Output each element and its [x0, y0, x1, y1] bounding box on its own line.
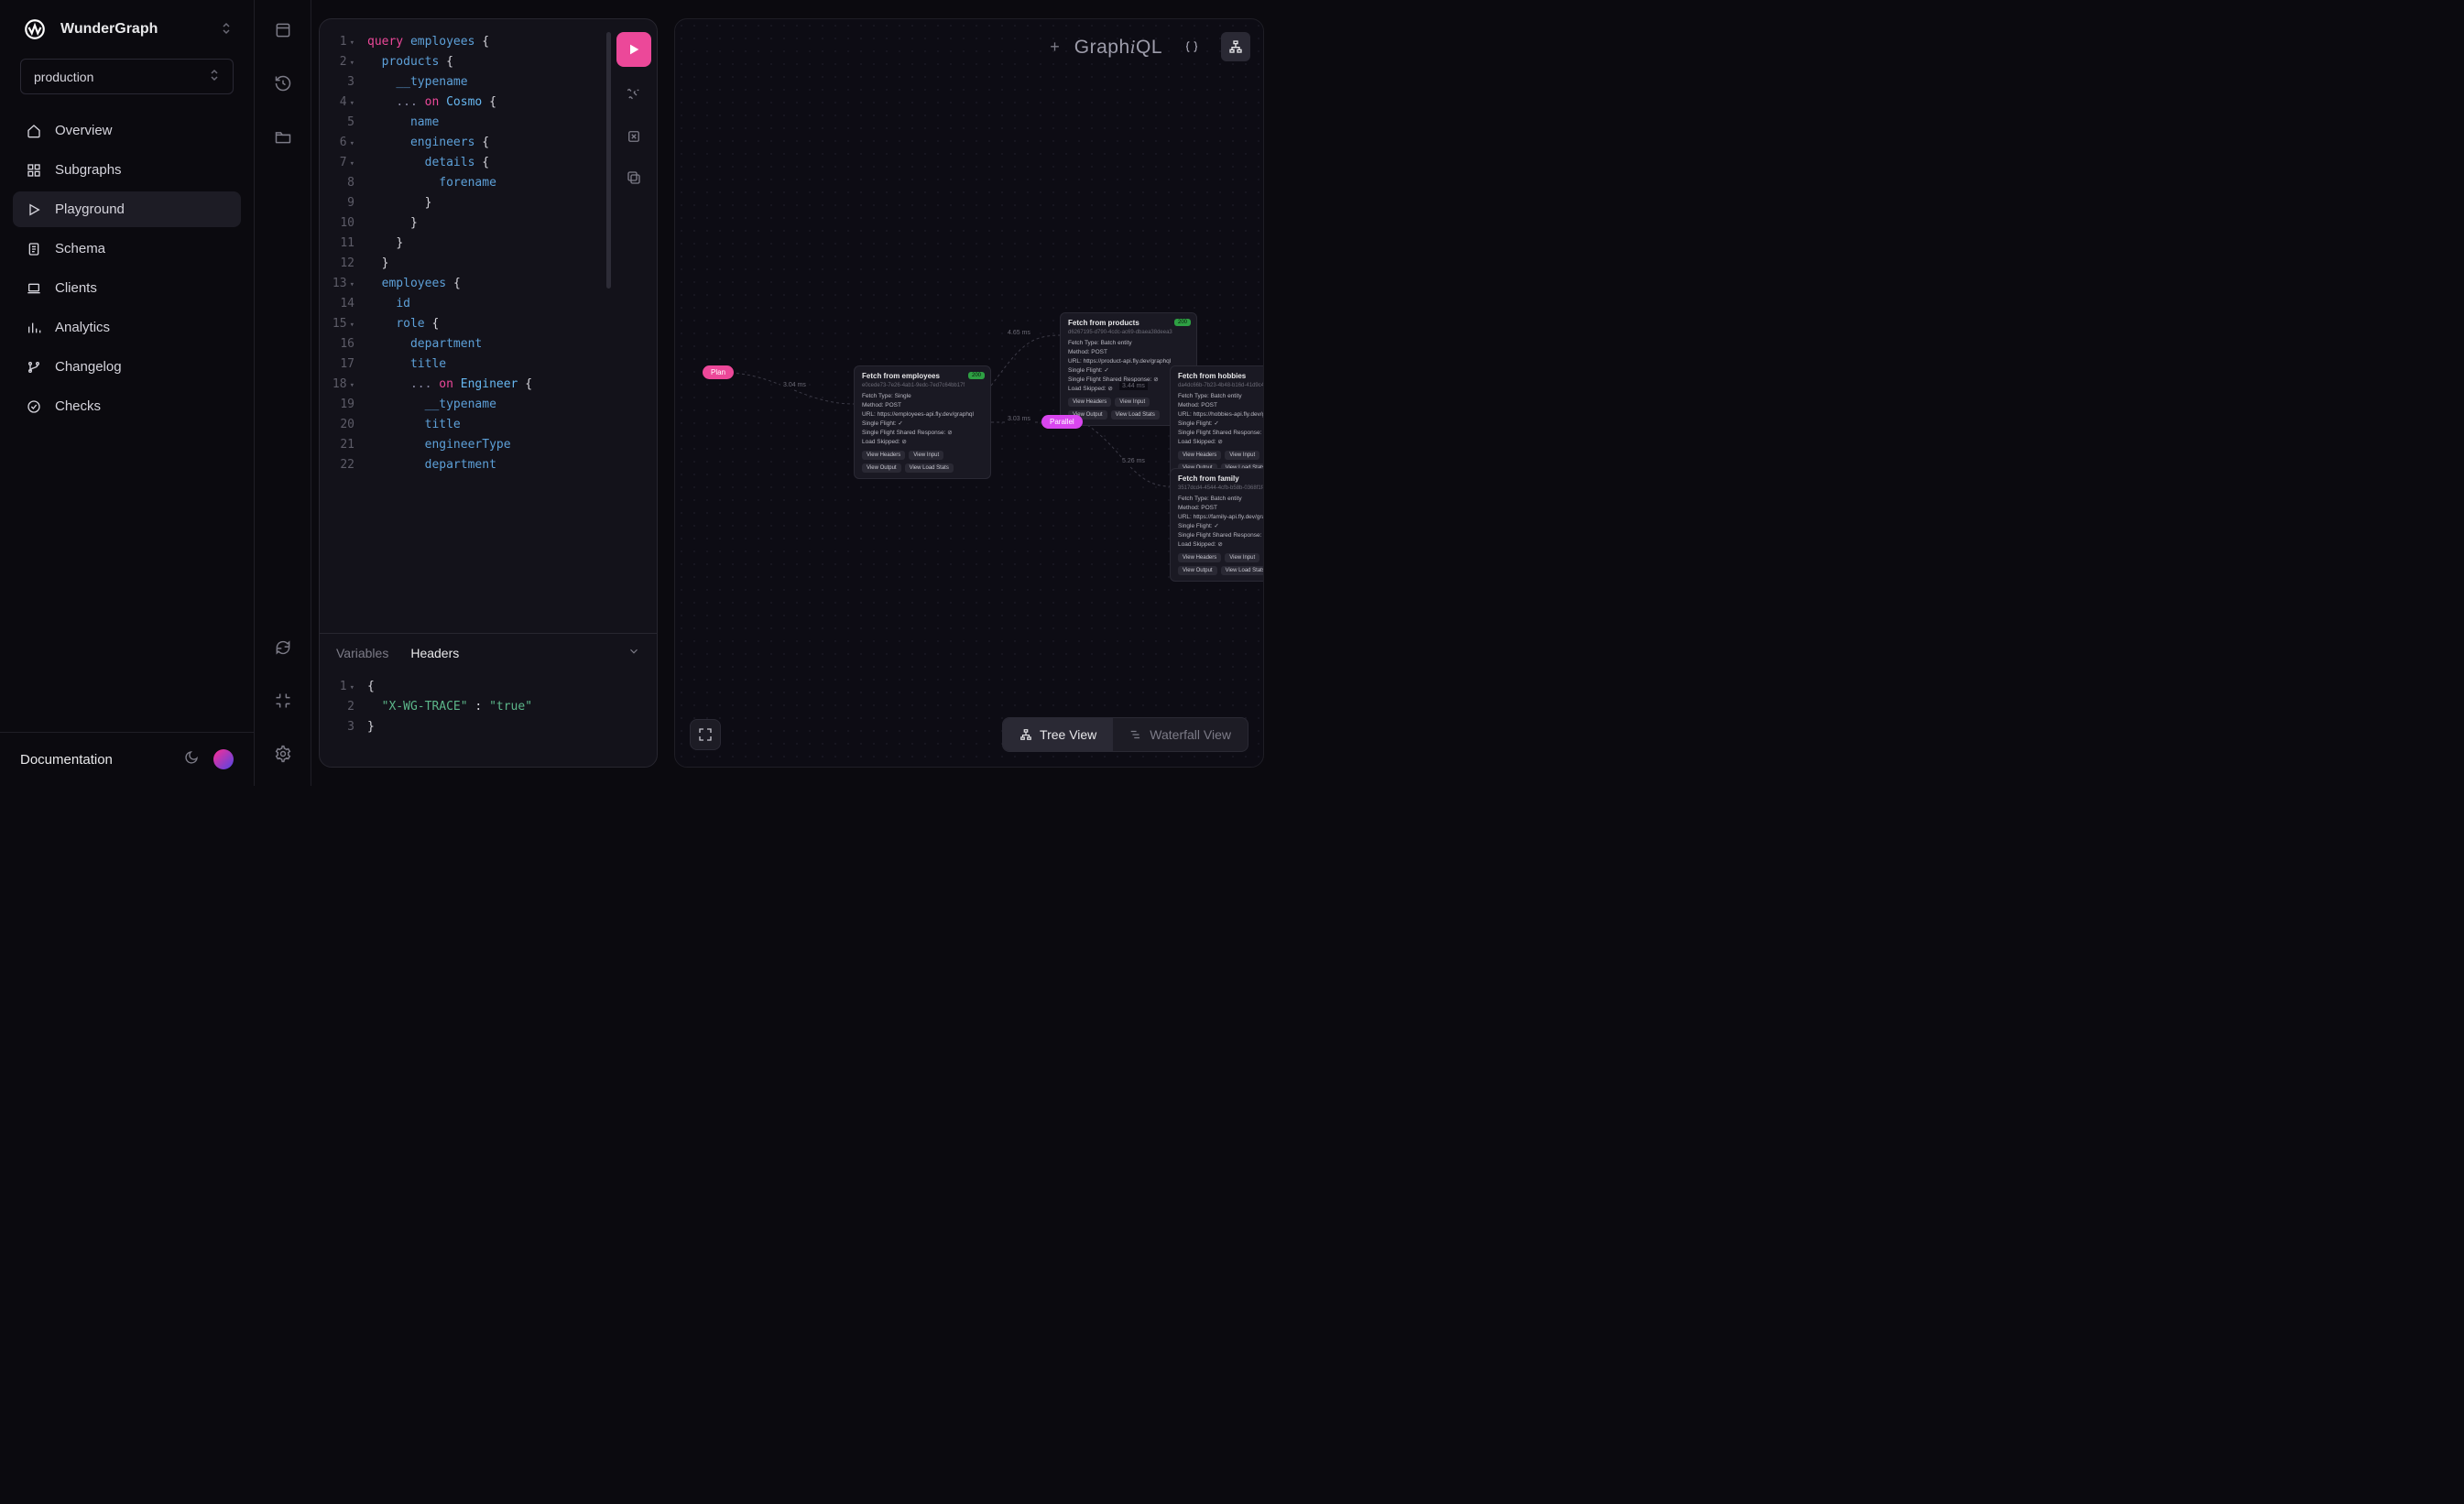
headers-code[interactable]: { "X-WG-TRACE" : "true" } — [360, 673, 657, 750]
prettify-icon[interactable] — [626, 87, 642, 108]
nav-label: Checks — [55, 398, 101, 414]
node-family[interactable]: Fetch from family 200 3517dcd4-4544-4cfb… — [1170, 468, 1264, 582]
main-area: 1 2 3 4 5 6 7 8 9 10 11 12 13 14 15 16 1 — [311, 0, 1282, 786]
sidebar: WunderGraph production Overview Subgraph… — [0, 0, 255, 786]
edge-latency: 3.04 ms — [780, 381, 809, 389]
edge-latency: 3.44 ms — [1119, 382, 1148, 390]
tree-view-button[interactable]: Tree View — [1003, 718, 1113, 751]
node-employees[interactable]: Fetch from employees 200 e0cede73-7e26-4… — [854, 365, 991, 479]
nav-label: Schema — [55, 241, 105, 256]
variables-headers-pane: Variables Headers 1 2 3 { "X-WG-TRACE" :… — [320, 633, 657, 767]
refresh-icon[interactable] — [269, 634, 297, 661]
editor-toolbar — [611, 19, 657, 633]
nav-label: Subgraphs — [55, 162, 122, 178]
org-switcher[interactable]: WunderGraph — [0, 16, 254, 59]
nav-clients[interactable]: Clients — [13, 270, 241, 306]
edge-latency: 5.26 ms — [1119, 457, 1148, 465]
main-nav: Overview Subgraphs Playground Schema Cli… — [0, 113, 254, 424]
folder-icon[interactable] — [269, 123, 297, 150]
edge-latency: 4.65 ms — [1005, 329, 1033, 337]
trace-tree[interactable]: Plan 3.04 ms Fetch from employees 200 e0… — [675, 19, 1263, 767]
tab-variables[interactable]: Variables — [336, 646, 388, 660]
editor-rail — [255, 0, 311, 786]
nav-label: Overview — [55, 123, 113, 138]
archive-icon[interactable] — [269, 16, 297, 44]
environment-value: production — [34, 70, 93, 84]
edge-latency: 3.03 ms — [1005, 415, 1033, 423]
nav-schema[interactable]: Schema — [13, 231, 241, 267]
documentation-link[interactable]: Documentation — [20, 752, 169, 768]
sidebar-footer: Documentation — [0, 732, 254, 769]
laptop-icon — [26, 281, 42, 296]
tab-headers[interactable]: Headers — [410, 646, 459, 660]
run-button[interactable] — [616, 32, 651, 67]
expand-button[interactable] — [690, 719, 721, 750]
settings-icon[interactable] — [269, 740, 297, 768]
moon-icon[interactable] — [184, 750, 199, 769]
nav-label: Clients — [55, 280, 97, 296]
updown-icon — [209, 69, 220, 84]
environment-select[interactable]: production — [20, 59, 234, 94]
play-icon — [26, 202, 42, 217]
brand-name: WunderGraph — [60, 21, 208, 38]
merge-icon[interactable] — [626, 128, 642, 149]
wundergraph-logo-icon — [22, 16, 48, 42]
headers-gutter: 1 2 3 — [320, 673, 360, 750]
copy-icon[interactable] — [626, 169, 642, 191]
document-icon — [26, 242, 42, 256]
chevron-down-icon[interactable] — [627, 645, 640, 660]
nav-analytics[interactable]: Analytics — [13, 310, 241, 345]
keyboard-icon[interactable] — [269, 687, 297, 714]
nav-checks[interactable]: Checks — [13, 388, 241, 424]
trace-controls: Tree View Waterfall View — [690, 717, 1248, 752]
line-gutter: 1 2 3 4 5 6 7 8 9 10 11 12 13 14 15 16 1 — [320, 19, 360, 633]
git-branch-icon — [26, 360, 42, 375]
waterfall-view-button[interactable]: Waterfall View — [1113, 718, 1248, 751]
query-editor-panel: 1 2 3 4 5 6 7 8 9 10 11 12 13 14 15 16 1 — [319, 18, 658, 768]
grid-icon — [26, 163, 42, 178]
nav-label: Playground — [55, 202, 125, 217]
check-circle-icon — [26, 399, 42, 414]
scrollbar[interactable] — [606, 32, 611, 289]
user-avatar[interactable] — [213, 749, 234, 769]
nav-playground[interactable]: Playground — [13, 191, 241, 227]
home-icon — [26, 124, 42, 138]
nav-subgraphs[interactable]: Subgraphs — [13, 152, 241, 188]
parallel-node[interactable]: Parallel — [1041, 415, 1083, 429]
nav-changelog[interactable]: Changelog — [13, 349, 241, 385]
nav-label: Analytics — [55, 320, 110, 335]
bar-chart-icon — [26, 321, 42, 335]
view-toggle: Tree View Waterfall View — [1002, 717, 1248, 752]
query-code[interactable]: query employees { products { __typename … — [360, 19, 611, 633]
plan-node[interactable]: Plan — [703, 365, 734, 379]
nav-overview[interactable]: Overview — [13, 113, 241, 148]
updown-icon — [221, 22, 232, 38]
node-hobbies[interactable]: Fetch from hobbies 200 da4dc66b-7b23-4b4… — [1170, 365, 1264, 479]
response-panel: + GraphiQL Plan 3.04 ms Fetch from emplo… — [674, 18, 1264, 768]
history-icon[interactable] — [269, 70, 297, 97]
nav-label: Changelog — [55, 359, 122, 375]
